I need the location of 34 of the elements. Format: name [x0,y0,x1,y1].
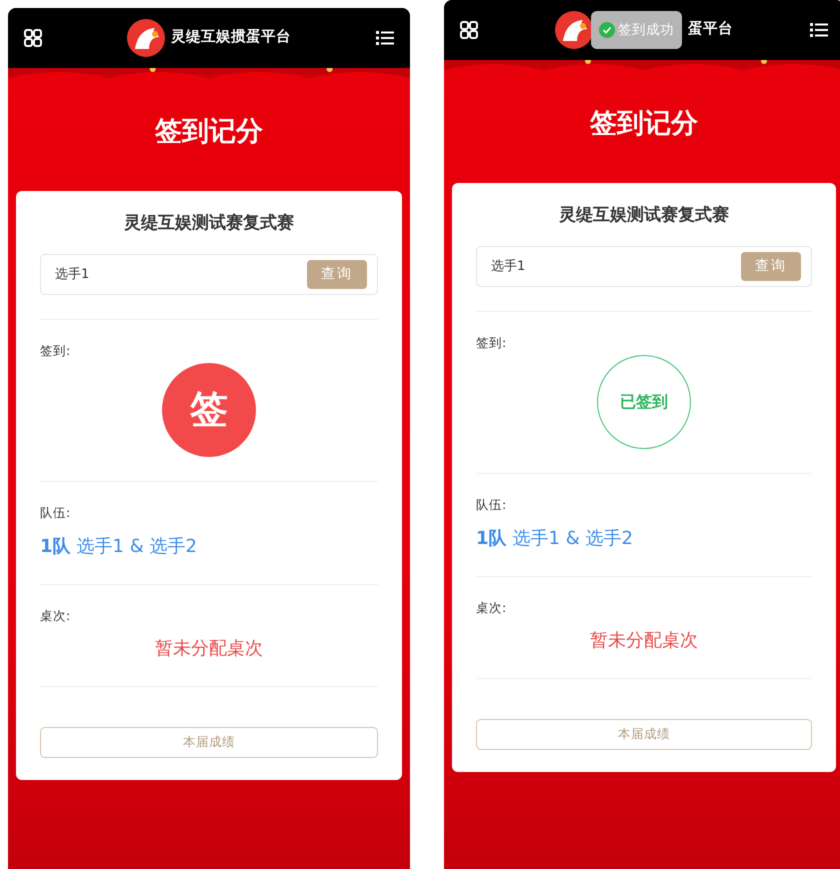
grid-icon[interactable] [460,21,478,39]
menu-icon[interactable] [376,30,394,46]
table-value: 暂未分配桌次 [589,629,699,654]
match-title: 灵缇互娱测试赛复式赛 [558,204,730,226]
logo-icon [555,11,593,49]
logo-icon [127,19,165,57]
toast-text: 签到成功 [618,20,674,40]
table-value: 暂未分配桌次 [154,637,264,662]
checked-in-button[interactable]: 已签到 [597,354,691,449]
team-players: 选手1 & 选手2 [512,528,633,548]
app-title: 蛋平台 [688,20,733,40]
team-number: 1队 [40,536,71,556]
team-label: 队伍: [40,504,72,522]
page-title: 签到记分 [589,107,699,141]
app-title: 灵缇互娱掼蛋平台 [171,28,291,48]
checkin-label: 签到: [40,342,72,360]
table-label: 桌次: [476,598,508,616]
grid-icon[interactable] [24,29,42,47]
checkin-label: 签到: [476,334,508,352]
search-field[interactable]: 选手1 查询 [40,254,378,295]
table-label: 桌次: [40,606,72,624]
team-number: 1队 [476,528,507,548]
query-button[interactable]: 查询 [741,252,801,281]
results-button[interactable]: 本届成绩 [476,719,812,750]
menu-icon[interactable] [810,22,828,38]
checkin-button[interactable]: 签 [162,362,256,457]
team-label: 队伍: [476,496,508,514]
search-field[interactable]: 选手1 查询 [476,246,812,287]
page-title: 签到记分 [154,115,264,149]
query-button[interactable]: 查询 [307,260,367,289]
success-icon [599,22,615,38]
match-title: 灵缇互娱测试赛复式赛 [123,212,295,234]
results-button[interactable]: 本届成绩 [40,727,378,758]
team-players: 选手1 & 选手2 [76,536,197,556]
